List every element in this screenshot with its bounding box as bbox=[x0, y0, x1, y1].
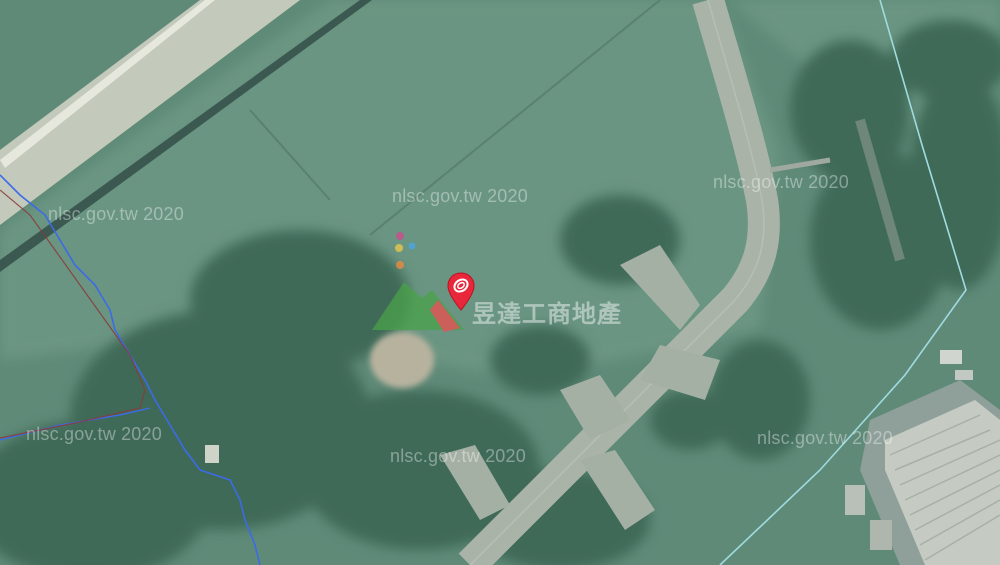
logo-text: 昱達工商地產 bbox=[472, 300, 622, 328]
location-pin-icon[interactable] bbox=[446, 272, 476, 312]
company-logo: 昱達工商地產 bbox=[372, 232, 642, 342]
aerial-map[interactable]: nlsc.gov.tw 2020 nlsc.gov.tw 2020 nlsc.g… bbox=[0, 0, 1000, 565]
